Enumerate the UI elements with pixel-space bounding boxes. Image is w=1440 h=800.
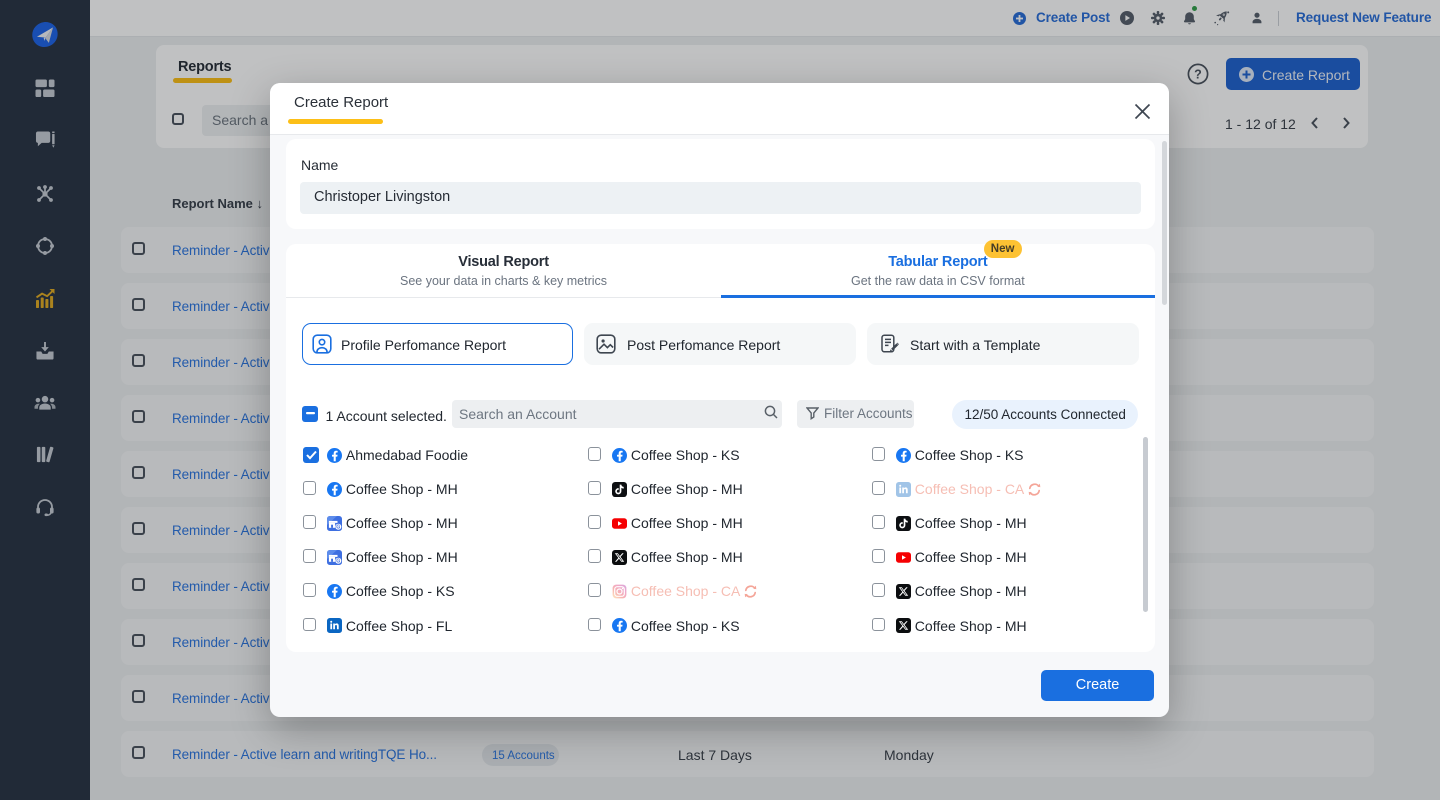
svg-text:G: G [336,558,340,564]
svg-text:G: G [336,524,340,530]
